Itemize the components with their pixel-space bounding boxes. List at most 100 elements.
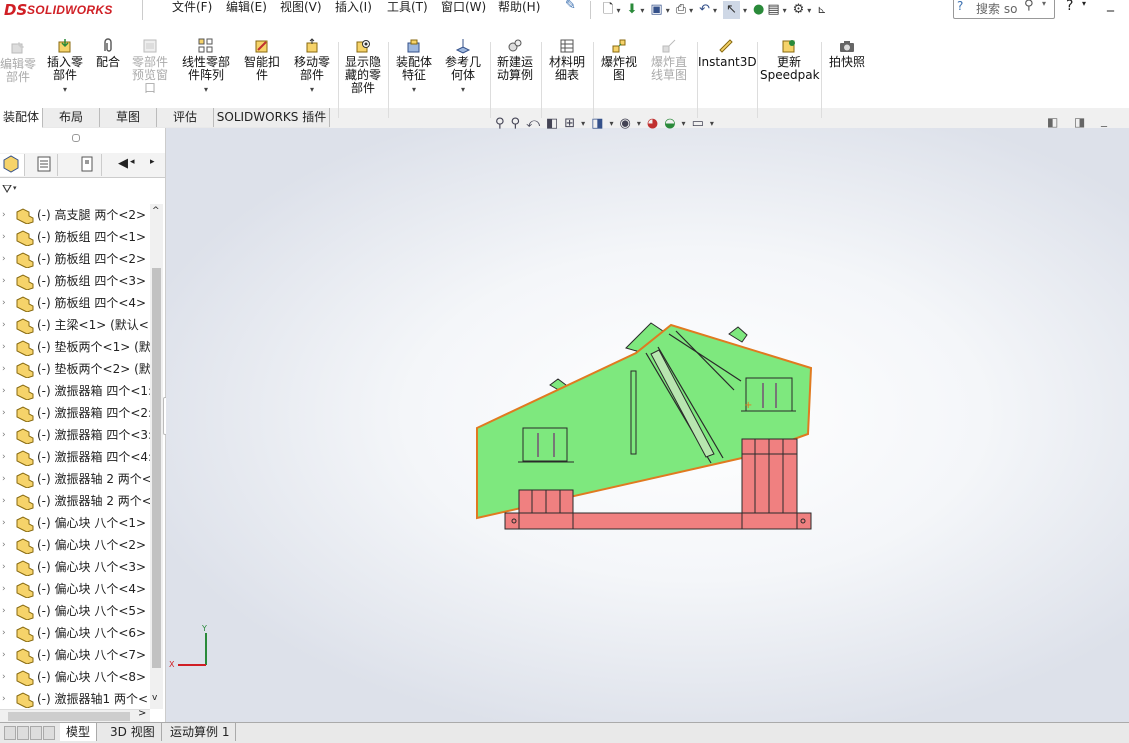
tree-item[interactable]: › (-) 垫板两个<1> (默	[0, 336, 150, 358]
tree-item[interactable]: › (-) 垫板两个<2> (默	[0, 358, 150, 380]
zoom-to-area-icon[interactable]: ⚲	[511, 116, 521, 131]
display-style-dropdown-arrow[interactable]: ▾	[609, 119, 613, 128]
scene-dropdown-arrow[interactable]: ▾	[682, 119, 686, 128]
tab-motion-study[interactable]: 运动算例 1	[164, 723, 237, 741]
menu-file[interactable]: 文件(F)	[172, 0, 212, 15]
move-component-button[interactable]: 移动零 部件 ▾	[290, 38, 334, 96]
pane-splitter-handle[interactable]	[72, 134, 80, 142]
tree-vertical-scroll-thumb[interactable]	[152, 268, 161, 668]
scroll-up-arrow[interactable]: ^	[152, 206, 160, 216]
expand-arrow-icon[interactable]: ›	[2, 688, 8, 709]
expand-arrow-icon[interactable]: ›	[2, 556, 8, 578]
undo-dropdown-arrow[interactable]: ▾	[713, 6, 717, 15]
expand-arrow-icon[interactable]: ›	[2, 622, 8, 644]
tree-item[interactable]: › (-) 筋板组 四个<4>	[0, 292, 150, 314]
save-icon[interactable]: ▣	[650, 1, 662, 19]
tree-item[interactable]: › (-) 激振器箱 四个<1:	[0, 380, 150, 402]
help-icon[interactable]: ?	[1066, 0, 1073, 14]
expand-arrow-icon[interactable]: ›	[2, 248, 8, 270]
tab-evaluate[interactable]: 评估	[157, 108, 214, 127]
expand-arrow-icon[interactable]: ›	[2, 446, 8, 468]
tree-item[interactable]: › (-) 筋板组 四个<2>	[0, 248, 150, 270]
reference-geometry-button[interactable]: 参考几 何体 ▾	[441, 38, 485, 96]
smart-fasteners-button[interactable]: 智能扣 件	[240, 38, 284, 82]
search-input[interactable]: ? 搜索 so ⚲ ▾	[953, 0, 1055, 19]
menu-view[interactable]: 视图(V)	[280, 0, 322, 15]
restore-pane-right-icon[interactable]: ◨	[1074, 115, 1085, 129]
pane-scroll-left-icon[interactable]: ◂	[130, 157, 135, 167]
save-dropdown-arrow[interactable]: ▾	[666, 6, 670, 15]
options-dropdown-arrow[interactable]: ▾	[807, 6, 811, 15]
menu-edit[interactable]: 编辑(E)	[226, 0, 267, 15]
expand-arrow-icon[interactable]: ›	[2, 292, 8, 314]
minimize-icon[interactable]: _	[1107, 0, 1114, 12]
expand-arrow-icon[interactable]: ›	[2, 534, 8, 556]
menu-tools[interactable]: 工具(T)	[387, 0, 428, 15]
component-preview-button[interactable]: 零部件 预览窗 口	[128, 38, 172, 95]
search-magnifier-icon[interactable]: ⚲	[1024, 0, 1034, 13]
pin-icon[interactable]: ✎	[565, 0, 576, 13]
expand-arrow-icon[interactable]: ›	[2, 490, 8, 512]
reference-geometry-dropdown-arrow[interactable]: ▾	[441, 83, 485, 96]
tree-item[interactable]: › (-) 偏心块 八个<1>	[0, 512, 150, 534]
show-hidden-components-button[interactable]: 显示隐 藏的零 部件	[341, 38, 385, 95]
help-dropdown-arrow[interactable]: ▾	[1082, 0, 1086, 8]
tree-item[interactable]: › (-) 激振器轴 2 两个<	[0, 468, 150, 490]
scroll-down-arrow[interactable]: v	[152, 693, 157, 703]
take-snapshot-button[interactable]: 拍快照	[824, 38, 870, 69]
search-dropdown-arrow[interactable]: ▾	[1042, 0, 1046, 8]
options-gear-icon[interactable]: ⚙	[793, 1, 805, 19]
tab-solidworks-addins[interactable]: SOLIDWORKS 插件	[214, 108, 330, 127]
display-style-icon[interactable]: ◨	[591, 116, 603, 131]
rebuild-icon[interactable]: ●	[753, 1, 764, 19]
tree-item[interactable]: › (-) 筋板组 四个<3>	[0, 270, 150, 292]
open-dropdown-arrow[interactable]: ▾	[640, 6, 644, 15]
bill-of-materials-button[interactable]: 材料明 细表	[545, 38, 589, 82]
expand-arrow-icon[interactable]: ›	[2, 336, 8, 358]
edit-appearance-icon[interactable]: ◕	[647, 116, 658, 131]
linear-pattern-dropdown-arrow[interactable]: ▾	[178, 83, 234, 96]
dynamic-annotation-icon[interactable]: ⊞	[564, 116, 575, 131]
feature-manager-tab[interactable]	[0, 154, 25, 176]
expand-arrow-icon[interactable]: ›	[2, 314, 8, 336]
mate-button[interactable]: 配合	[93, 38, 123, 69]
print-dropdown-arrow[interactable]: ▾	[689, 6, 693, 15]
tree-item[interactable]: › (-) 偏心块 八个<7>	[0, 644, 150, 666]
property-manager-tab[interactable]	[33, 154, 58, 176]
tree-item[interactable]: › (-) 偏心块 八个<4>	[0, 578, 150, 600]
expand-arrow-icon[interactable]: ›	[2, 644, 8, 666]
select-dropdown-arrow[interactable]: ▾	[743, 6, 747, 15]
tree-item[interactable]: › (-) 偏心块 八个<2>	[0, 534, 150, 556]
expand-arrow-icon[interactable]: ›	[2, 600, 8, 622]
expand-arrow-icon[interactable]: ›	[2, 424, 8, 446]
open-icon[interactable]: ⬇	[626, 1, 637, 19]
expand-arrow-icon[interactable]: ›	[2, 468, 8, 490]
graphics-area[interactable]: + Y X	[166, 128, 1129, 725]
linear-pattern-button[interactable]: 线性零部 件阵列 ▾	[178, 38, 234, 96]
app-logo[interactable]: DS SOLIDWORKS	[0, 0, 143, 22]
tab-nav-first[interactable]	[4, 726, 16, 740]
tree-item[interactable]: › (-) 激振器箱 四个<3:	[0, 424, 150, 446]
new-dropdown-arrow[interactable]: ▾	[616, 6, 620, 15]
move-component-dropdown-arrow[interactable]: ▾	[290, 83, 334, 96]
view-orientation-dropdown-arrow[interactable]: ▾	[581, 119, 585, 128]
tab-model[interactable]: 模型	[60, 723, 98, 741]
tree-filter[interactable]: ⛛ ▾	[0, 179, 165, 201]
tree-item[interactable]: › (-) 主梁<1> (默认<<	[0, 314, 150, 336]
tree-item[interactable]: › (-) 偏心块 八个<5>	[0, 600, 150, 622]
expand-arrow-icon[interactable]: ›	[2, 204, 8, 226]
new-document-icon[interactable]: 🗋	[603, 1, 613, 19]
expand-arrow-icon[interactable]: ›	[2, 512, 8, 534]
tree-item[interactable]: › (-) 激振器箱 四个<2:	[0, 402, 150, 424]
tab-nav-next[interactable]	[30, 726, 42, 740]
scroll-right-arrow[interactable]: >	[138, 708, 146, 719]
file-properties-dropdown-arrow[interactable]: ▾	[783, 6, 787, 15]
view-settings-dropdown-arrow[interactable]: ▾	[710, 119, 714, 128]
menu-help[interactable]: 帮助(H)	[498, 0, 540, 15]
explode-line-sketch-button[interactable]: 爆炸直 线草图	[646, 38, 692, 82]
update-speedpak-button[interactable]: 更新 Speedpak	[760, 38, 820, 82]
tree-item[interactable]: › (-) 偏心块 八个<3>	[0, 556, 150, 578]
insert-components-button[interactable]: 插入零 部件 ▾	[43, 38, 87, 96]
edit-component-button[interactable]: 编辑零 部件	[0, 40, 36, 84]
tab-sketch[interactable]: 草图	[100, 108, 157, 127]
